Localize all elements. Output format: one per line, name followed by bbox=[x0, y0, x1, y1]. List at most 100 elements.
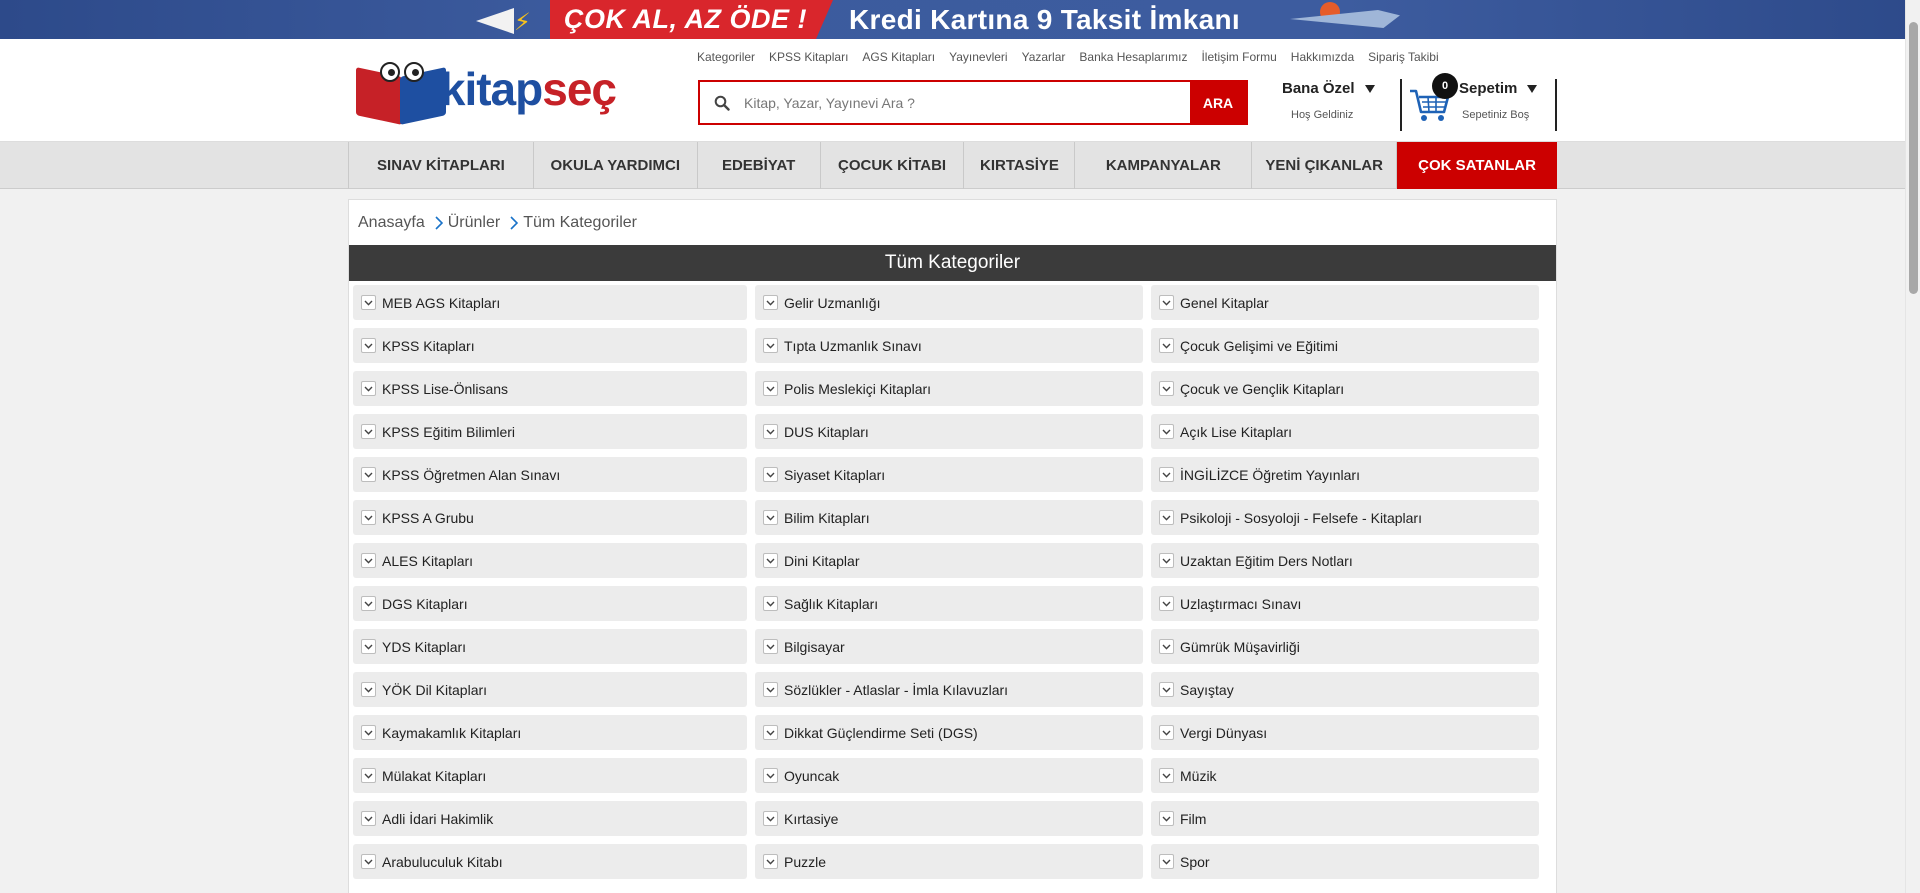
nav-sinav-kitaplari[interactable]: SINAV KİTAPLARI bbox=[349, 142, 534, 189]
category-item[interactable]: Mülakat Kitapları bbox=[353, 758, 747, 793]
chevron-down-icon[interactable] bbox=[1159, 295, 1174, 310]
chevron-down-icon[interactable] bbox=[1159, 338, 1174, 353]
chevron-down-icon[interactable] bbox=[1159, 510, 1174, 525]
chevron-down-icon[interactable] bbox=[763, 467, 778, 482]
category-item[interactable]: Uzlaştırmacı Sınavı bbox=[1151, 586, 1539, 621]
category-item[interactable]: Polis Meslekiçi Kitapları bbox=[755, 371, 1143, 406]
category-item[interactable]: ALES Kitapları bbox=[353, 543, 747, 578]
nav-yeni-cikanlar[interactable]: YENİ ÇIKANLAR bbox=[1252, 142, 1398, 189]
chevron-down-icon[interactable] bbox=[361, 381, 376, 396]
category-item[interactable]: Bilim Kitapları bbox=[755, 500, 1143, 535]
category-item[interactable]: YÖK Dil Kitapları bbox=[353, 672, 747, 707]
top-link-yazarlar[interactable]: Yazarlar bbox=[1022, 50, 1066, 64]
page-scrollbar[interactable] bbox=[1905, 0, 1920, 893]
scrollbar-thumb[interactable] bbox=[1909, 22, 1918, 294]
chevron-down-icon[interactable] bbox=[361, 639, 376, 654]
category-item[interactable]: Sağlık Kitapları bbox=[755, 586, 1143, 621]
nav-cok-satanlar[interactable]: ÇOK SATANLAR bbox=[1397, 142, 1557, 189]
chevron-down-icon[interactable] bbox=[1159, 854, 1174, 869]
search-button[interactable]: ARA bbox=[1190, 82, 1246, 123]
category-item[interactable]: Adli İdari Hakimlik bbox=[353, 801, 747, 836]
category-item[interactable]: Siyaset Kitapları bbox=[755, 457, 1143, 492]
category-item[interactable]: Gümrük Müşavirliği bbox=[1151, 629, 1539, 664]
chevron-down-icon[interactable] bbox=[763, 682, 778, 697]
chevron-down-icon[interactable] bbox=[763, 854, 778, 869]
chevron-down-icon[interactable] bbox=[361, 295, 376, 310]
top-link-ags[interactable]: AGS Kitapları bbox=[862, 50, 935, 64]
promo-banner[interactable]: ⚡ ÇOK AL, AZ ÖDE ! Kredi Kartına 9 Taksi… bbox=[0, 0, 1920, 39]
top-link-siparis[interactable]: Sipariş Takibi bbox=[1368, 50, 1438, 64]
category-item[interactable]: KPSS Kitapları bbox=[353, 328, 747, 363]
chevron-down-icon[interactable] bbox=[1159, 811, 1174, 826]
top-link-kpss[interactable]: KPSS Kitapları bbox=[769, 50, 848, 64]
category-item[interactable]: Oyuncak bbox=[755, 758, 1143, 793]
category-item[interactable]: Uzaktan Eğitim Ders Notları bbox=[1151, 543, 1539, 578]
nav-kampanyalar[interactable]: KAMPANYALAR bbox=[1075, 142, 1253, 189]
top-link-yayinevleri[interactable]: Yayınevleri bbox=[949, 50, 1007, 64]
chevron-down-icon[interactable] bbox=[1159, 381, 1174, 396]
chevron-down-icon[interactable] bbox=[763, 768, 778, 783]
category-item[interactable]: DGS Kitapları bbox=[353, 586, 747, 621]
nav-cocuk-kitabi[interactable]: ÇOCUK KİTABI bbox=[821, 142, 965, 189]
category-item[interactable]: KPSS Öğretmen Alan Sınavı bbox=[353, 457, 747, 492]
top-link-iletisim[interactable]: İletişim Formu bbox=[1201, 50, 1276, 64]
category-item[interactable]: MEB AGS Kitapları bbox=[353, 285, 747, 320]
chevron-down-icon[interactable] bbox=[763, 338, 778, 353]
category-item[interactable]: KPSS Eğitim Bilimleri bbox=[353, 414, 747, 449]
category-item[interactable]: Açık Lise Kitapları bbox=[1151, 414, 1539, 449]
chevron-down-icon[interactable] bbox=[361, 510, 376, 525]
category-item[interactable]: İNGİLİZCE Öğretim Yayınları bbox=[1151, 457, 1539, 492]
category-item[interactable]: Vergi Dünyası bbox=[1151, 715, 1539, 750]
chevron-down-icon[interactable] bbox=[1159, 725, 1174, 740]
category-item[interactable]: Psikoloji - Sosyoloji - Felsefe - Kitapl… bbox=[1151, 500, 1539, 535]
search-input[interactable] bbox=[744, 82, 1190, 123]
breadcrumb-urunler[interactable]: Ürünler bbox=[448, 214, 500, 232]
chevron-down-icon[interactable] bbox=[361, 338, 376, 353]
category-item[interactable]: Sayıştay bbox=[1151, 672, 1539, 707]
nav-edebiyat[interactable]: EDEBİYAT bbox=[698, 142, 821, 189]
category-item[interactable]: Tıpta Uzmanlık Sınavı bbox=[755, 328, 1143, 363]
chevron-down-icon[interactable] bbox=[763, 639, 778, 654]
category-item[interactable]: KPSS Lise-Önlisans bbox=[353, 371, 747, 406]
top-link-hakkimizda[interactable]: Hakkımızda bbox=[1291, 50, 1354, 64]
chevron-down-icon[interactable] bbox=[1159, 639, 1174, 654]
account-menu[interactable]: Bana Özel Hoş Geldiniz bbox=[1282, 80, 1392, 121]
category-item[interactable]: Çocuk Gelişimi ve Eğitimi bbox=[1151, 328, 1539, 363]
nav-kirtasiye[interactable]: KIRTASİYE bbox=[964, 142, 1076, 189]
chevron-down-icon[interactable] bbox=[361, 553, 376, 568]
category-item[interactable]: KPSS A Grubu bbox=[353, 500, 747, 535]
top-link-kategoriler[interactable]: Kategoriler bbox=[697, 50, 755, 64]
chevron-down-icon[interactable] bbox=[361, 725, 376, 740]
category-item[interactable]: Dikkat Güçlendirme Seti (DGS) bbox=[755, 715, 1143, 750]
chevron-down-icon[interactable] bbox=[763, 725, 778, 740]
chevron-down-icon[interactable] bbox=[1159, 596, 1174, 611]
chevron-down-icon[interactable] bbox=[1159, 553, 1174, 568]
category-item[interactable]: Arabuluculuk Kitabı bbox=[353, 844, 747, 879]
chevron-down-icon[interactable] bbox=[763, 553, 778, 568]
chevron-down-icon[interactable] bbox=[361, 424, 376, 439]
chevron-down-icon[interactable] bbox=[763, 295, 778, 310]
chevron-down-icon[interactable] bbox=[763, 596, 778, 611]
chevron-down-icon[interactable] bbox=[1159, 768, 1174, 783]
category-item[interactable]: Müzik bbox=[1151, 758, 1539, 793]
top-link-banka[interactable]: Banka Hesaplarımız bbox=[1079, 50, 1187, 64]
chevron-down-icon[interactable] bbox=[1159, 682, 1174, 697]
chevron-down-icon[interactable] bbox=[361, 768, 376, 783]
category-item[interactable]: Bilgisayar bbox=[755, 629, 1143, 664]
chevron-down-icon[interactable] bbox=[763, 510, 778, 525]
nav-okula-yardimci[interactable]: OKULA YARDIMCI bbox=[534, 142, 698, 189]
category-item[interactable]: Spor bbox=[1151, 844, 1539, 879]
category-item[interactable]: DUS Kitapları bbox=[755, 414, 1143, 449]
category-item[interactable]: YDS Kitapları bbox=[353, 629, 747, 664]
category-item[interactable]: Genel Kitaplar bbox=[1151, 285, 1539, 320]
category-item[interactable]: Çocuk ve Gençlik Kitapları bbox=[1151, 371, 1539, 406]
chevron-down-icon[interactable] bbox=[1159, 467, 1174, 482]
chevron-down-icon[interactable] bbox=[361, 596, 376, 611]
category-item[interactable]: Dini Kitaplar bbox=[755, 543, 1143, 578]
chevron-down-icon[interactable] bbox=[361, 811, 376, 826]
category-item[interactable]: Kaymakamlık Kitapları bbox=[353, 715, 747, 750]
category-item[interactable]: Film bbox=[1151, 801, 1539, 836]
chevron-down-icon[interactable] bbox=[763, 381, 778, 396]
site-logo[interactable]: kitapseç bbox=[354, 55, 617, 125]
category-item[interactable]: Puzzle bbox=[755, 844, 1143, 879]
